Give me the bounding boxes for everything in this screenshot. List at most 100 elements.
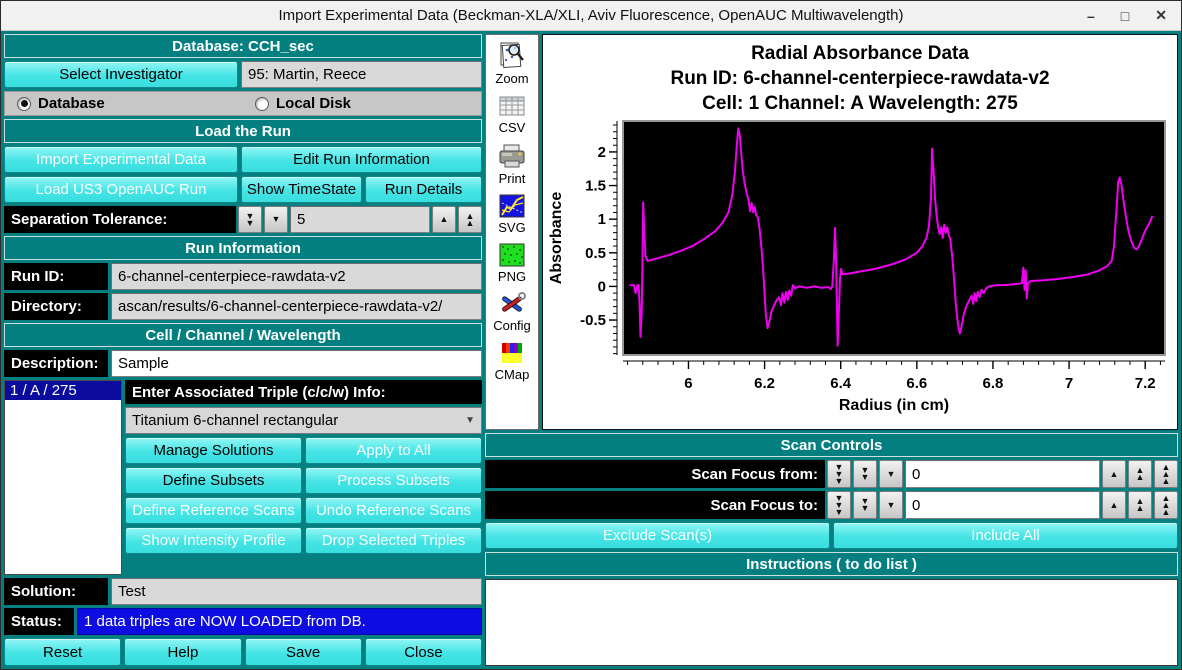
scan-from-decrement-triple-button[interactable]: ▼▼▼ xyxy=(827,460,851,488)
png-tool-button[interactable]: PNG xyxy=(497,242,527,284)
solution-value: Test xyxy=(111,578,482,605)
triple-list-item[interactable]: 1 / A / 275 xyxy=(5,381,121,400)
sep-tolerance-decrement-double-button[interactable]: ▼▼ xyxy=(238,206,262,233)
svg-tool-label: SVG xyxy=(498,220,525,235)
triple-info-column: Enter Associated Triple (c/c/w) Info: Ti… xyxy=(125,380,482,575)
zoom-tool-button[interactable]: Zoom xyxy=(495,40,528,86)
drop-selected-triples-button[interactable]: Drop Selected Triples xyxy=(305,527,482,554)
svg-icon xyxy=(497,193,527,219)
define-reference-scans-button[interactable]: Define Reference Scans xyxy=(125,497,302,524)
print-icon xyxy=(497,142,527,170)
maximize-button[interactable]: □ xyxy=(1121,8,1129,24)
svg-text:0.5: 0.5 xyxy=(585,245,606,262)
absorbance-plot-canvas[interactable]: 66.26.46.66.877.2-0.500.511.52Radius (in… xyxy=(545,116,1175,418)
scan-to-decrement-button[interactable]: ▼ xyxy=(879,491,903,519)
load-run-banner: Load the Run xyxy=(4,119,482,143)
up-arrow-icon: ▲ xyxy=(1110,471,1119,478)
centerpiece-select[interactable]: Titanium 6-channel rectangular ▼ xyxy=(125,407,482,434)
description-value: Sample xyxy=(111,350,482,377)
sep-tolerance-increment-button[interactable]: ▲ xyxy=(432,206,456,233)
select-investigator-button[interactable]: Select Investigator xyxy=(4,61,238,88)
radio-local-disk[interactable]: Local Disk xyxy=(255,95,351,112)
config-tool-button[interactable]: Config xyxy=(493,291,531,333)
scan-to-input[interactable] xyxy=(912,497,1093,514)
cmap-icon xyxy=(497,340,527,366)
sep-tolerance-field xyxy=(290,206,430,233)
scan-from-decrement-double-button[interactable]: ▼▼ xyxy=(853,460,877,488)
help-button[interactable]: Help xyxy=(124,638,241,666)
svg-text:-0.5: -0.5 xyxy=(580,312,606,329)
show-intensity-profile-button[interactable]: Show Intensity Profile xyxy=(125,527,302,554)
scan-to-increment-double-button[interactable]: ▲▲ xyxy=(1128,491,1152,519)
svg-text:6.8: 6.8 xyxy=(983,375,1004,392)
scan-to-increment-button[interactable]: ▲ xyxy=(1102,491,1126,519)
radio-database-control[interactable] xyxy=(17,97,31,111)
radio-local-disk-control[interactable] xyxy=(255,97,269,111)
right-section: Zoom CSV xyxy=(485,34,1178,666)
svg-text:Absorbance: Absorbance xyxy=(548,192,565,285)
investigator-display: 95: Martin, Reece xyxy=(241,61,482,88)
up-arrow-icon: ▲ xyxy=(440,216,449,223)
scan-from-increment-button[interactable]: ▲ xyxy=(1102,460,1126,488)
description-label: Description: xyxy=(4,350,108,377)
chart-title: Radial Absorbance Data xyxy=(751,41,969,66)
scan-from-increment-triple-button[interactable]: ▲▲▲ xyxy=(1154,460,1178,488)
print-tool-label: Print xyxy=(499,171,526,186)
import-experimental-data-button[interactable]: Import Experimental Data xyxy=(4,146,238,173)
down-arrow-icon: ▼ xyxy=(272,216,281,223)
save-button[interactable]: Save xyxy=(245,638,362,666)
cmap-tool-button[interactable]: CMap xyxy=(495,340,530,382)
chart-frame: Radial Absorbance Data Run ID: 6-channel… xyxy=(542,34,1178,430)
config-tool-label: Config xyxy=(493,318,531,333)
svg-text:0: 0 xyxy=(598,278,606,295)
scan-focus-from-label: Scan Focus from: xyxy=(485,460,825,488)
sep-tolerance-increment-double-button[interactable]: ▲▲ xyxy=(458,206,482,233)
run-id-label: Run ID: xyxy=(4,263,108,290)
svg-text:6: 6 xyxy=(684,375,692,392)
csv-icon xyxy=(497,93,527,119)
process-subsets-button[interactable]: Process Subsets xyxy=(305,467,482,494)
cmap-tool-label: CMap xyxy=(495,367,530,382)
scan-to-decrement-double-button[interactable]: ▼▼ xyxy=(853,491,877,519)
csv-tool-button[interactable]: CSV xyxy=(497,93,527,135)
define-subsets-button[interactable]: Define Subsets xyxy=(125,467,302,494)
manage-solutions-button[interactable]: Manage Solutions xyxy=(125,437,302,464)
undo-reference-scans-button[interactable]: Undo Reference Scans xyxy=(305,497,482,524)
svg-text:6.4: 6.4 xyxy=(830,375,852,392)
apply-to-all-button[interactable]: Apply to All xyxy=(305,437,482,464)
scan-to-decrement-triple-button[interactable]: ▼▼▼ xyxy=(827,491,851,519)
sep-tolerance-input[interactable] xyxy=(297,211,423,228)
chart-subtitle-ccw: Cell: 1 Channel: A Wavelength: 275 xyxy=(702,91,1018,116)
radio-database[interactable]: Database xyxy=(17,95,255,112)
load-us3-openauc-button[interactable]: Load US3 OpenAUC Run xyxy=(4,176,238,203)
scan-focus-to-label: Scan Focus to: xyxy=(485,491,825,519)
svg-tool-button[interactable]: SVG xyxy=(497,193,527,235)
minimize-button[interactable]: – xyxy=(1087,8,1095,24)
sep-tolerance-decrement-button[interactable]: ▼ xyxy=(264,206,288,233)
run-id-value: 6-channel-centerpiece-rawdata-v2 xyxy=(111,263,482,290)
scan-to-increment-triple-button[interactable]: ▲▲▲ xyxy=(1154,491,1178,519)
scan-from-increment-double-button[interactable]: ▲▲ xyxy=(1128,460,1152,488)
csv-tool-label: CSV xyxy=(499,120,526,135)
run-details-button[interactable]: Run Details xyxy=(365,176,482,203)
show-timestate-button[interactable]: Show TimeState xyxy=(241,176,362,203)
print-tool-button[interactable]: Print xyxy=(497,142,527,186)
zoom-icon xyxy=(497,40,527,70)
scan-from-decrement-button[interactable]: ▼ xyxy=(879,460,903,488)
scan-from-input[interactable] xyxy=(912,466,1093,483)
edit-run-information-button[interactable]: Edit Run Information xyxy=(241,146,482,173)
exclude-scans-button[interactable]: Exclude Scan(s) xyxy=(485,522,830,549)
close-button[interactable]: ✕ xyxy=(1155,7,1167,24)
svg-text:7: 7 xyxy=(1065,375,1073,392)
svg-text:1: 1 xyxy=(598,211,606,228)
reset-button[interactable]: Reset xyxy=(4,638,121,666)
window-title: Import Experimental Data (Beckman-XLA/XL… xyxy=(1,1,1181,30)
png-tool-label: PNG xyxy=(498,269,526,284)
close-dialog-button[interactable]: Close xyxy=(365,638,482,666)
plot-toolbar: Zoom CSV xyxy=(485,34,539,430)
svg-text:2: 2 xyxy=(598,144,606,161)
main-content: Database: CCH_sec Select Investigator 95… xyxy=(1,31,1181,669)
triple-listbox[interactable]: 1 / A / 275 xyxy=(4,380,122,575)
include-all-button[interactable]: Include All xyxy=(833,522,1178,549)
svg-text:6.2: 6.2 xyxy=(754,375,775,392)
